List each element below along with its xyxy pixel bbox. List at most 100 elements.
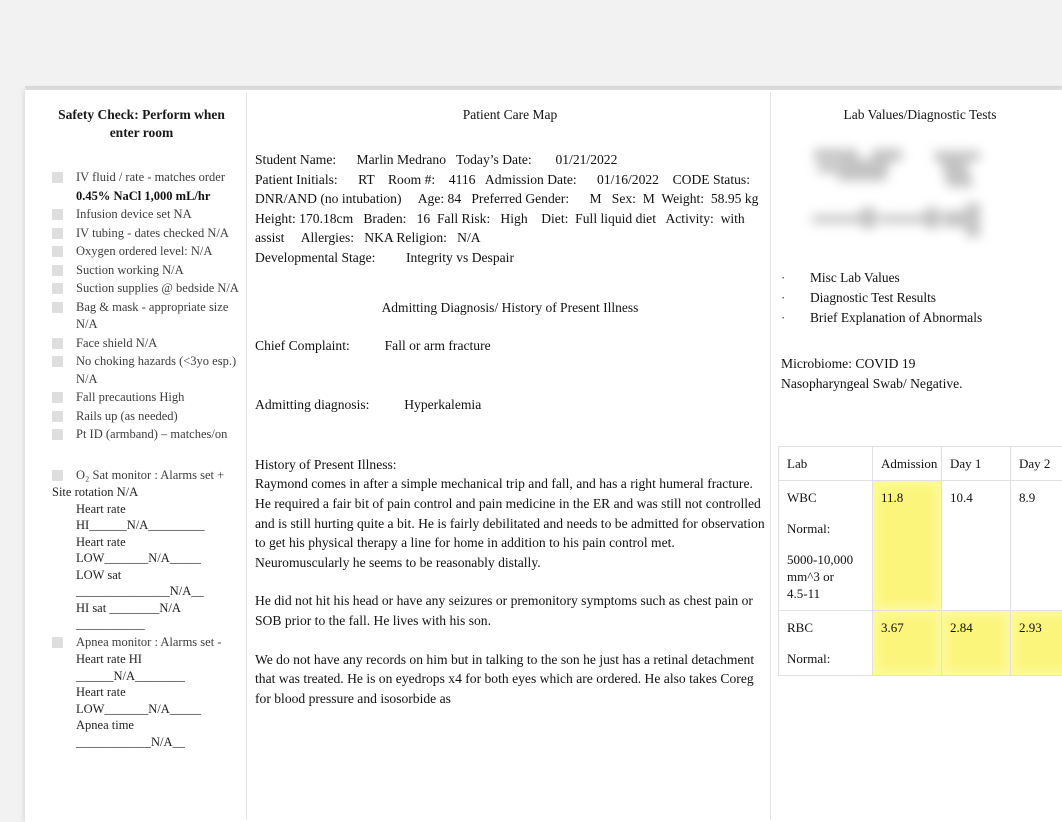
lab-value-cell: 11.8 (872, 480, 942, 611)
normal-range: 5000-10,000 mm^3 or 4.5-11 (787, 552, 854, 601)
redacted-lab-image (810, 141, 1025, 256)
table-row: WBC Normal: 5000-10,000 mm^3 or 4.5-11 11.8… (778, 480, 1062, 611)
lab-bullet-label: Brief Explanation of Abnormals (810, 310, 983, 325)
safety-check-item-label: Suction supplies @ bedside N/A (76, 281, 239, 295)
checkbox-icon[interactable] (52, 636, 63, 648)
bullet-icon: · (781, 290, 786, 305)
apnea-line: Heart rate HI ______N/A________ (76, 652, 186, 683)
hpi-paragraph-2: He did not hit his head or have any seiz… (255, 593, 753, 628)
lab-values-title: Lab Values/Diagnostic Tests (843, 107, 997, 122)
checkbox-icon[interactable] (52, 172, 63, 183)
checkbox-icon[interactable] (52, 429, 63, 440)
safety-check-item-label: 0.45% NaCl 1,000 mL/hr (76, 188, 211, 203)
table-column-header: Admission (872, 446, 942, 481)
lower-white-block (778, 730, 1062, 820)
lab-results-table: Lab Admission Day 1 Day 2 WBC Normal: 5000-10… (778, 446, 1062, 676)
patient-header-block: Student Name: Marlin Medrano Today’s Dat… (255, 152, 759, 265)
checkbox-icon[interactable] (52, 469, 63, 481)
monitor-line: Heart rate LOW_______N/A_____ (76, 534, 201, 566)
safety-check-item-label: Pt ID (armband) – matches/on (76, 427, 228, 441)
lab-name-cell: WBC Normal: 5000-10,000 mm^3 or 4.5-11 (778, 480, 873, 611)
table-row: RBC Normal: 3.67 2.84 2.93 (778, 610, 1062, 676)
chief-complaint-value: Fall or arm fracture (384, 337, 491, 353)
safety-check-item: Bag & mask - appropriate size N/A (38, 299, 245, 334)
page-title: Patient Care Map (462, 107, 558, 122)
safety-check-item: Infusion device set NA (38, 206, 245, 224)
lab-value-cell: 2.84 (941, 610, 1011, 676)
safety-check-item-label: Oxygen ordered level: N/A (76, 244, 213, 258)
microbiome-line-1: Microbiome: COVID 19 (781, 356, 916, 371)
lab-bullet-item: · Brief Explanation of Abnormals (778, 308, 1062, 328)
apnea-line: Heart rate LOW_______N/A_____ (76, 685, 201, 716)
safety-check-item: Rails up (as needed) (38, 408, 245, 426)
patient-care-map-column: Patient Care Map Student Name: Marlin Me… (255, 90, 765, 822)
column-divider-left (246, 92, 247, 820)
normal-label: Normal: (787, 521, 831, 536)
chief-complaint-row: Chief Complaint: Fall or arm fracture (255, 336, 765, 356)
safety-check-item: Oxygen ordered level: N/A (38, 243, 245, 261)
lab-bullet-label: Misc Lab Values (810, 270, 900, 285)
hpi-paragraph-1: Raymond comes in after a simple mechanic… (255, 476, 765, 570)
chief-complaint-label: Chief Complaint: (255, 337, 350, 353)
table-header-row: Lab Admission Day 1 Day 2 (778, 446, 1062, 481)
checkbox-icon[interactable] (52, 392, 63, 403)
safety-check-item-label: Bag & mask - appropriate size N/A (76, 299, 229, 332)
o2-sat-monitor-label: O₂ Sat monitor : Alarms set + (76, 467, 225, 482)
column-divider-right (770, 92, 771, 820)
checkbox-icon[interactable] (52, 301, 63, 313)
table-column-header: Lab (778, 446, 873, 481)
safety-check-item: Face shield N/A (38, 335, 245, 353)
lab-value-cell: 10.4 (941, 480, 1011, 611)
safety-check-item-label: Suction working N/A (76, 262, 184, 277)
safety-check-item: Pt ID (armband) – matches/on (38, 426, 245, 444)
checkbox-icon[interactable] (52, 264, 63, 276)
lab-bullets: · Misc Lab Values · Diagnostic Test Results… (778, 268, 1062, 328)
o2-sat-monitor-line: O₂ Sat monitor : Alarms set + (38, 467, 245, 485)
checkbox-icon[interactable] (52, 283, 63, 294)
monitor-line: LOW sat _______________N/A__ (76, 567, 204, 599)
apnea-monitor-label: Apnea monitor : Alarms set - (76, 634, 222, 649)
checkbox-icon[interactable] (52, 246, 63, 257)
safety-check-item-label: Infusion device set NA (76, 207, 192, 221)
lab-bullet-item: · Diagnostic Test Results (778, 288, 1062, 308)
checkbox-icon[interactable] (52, 410, 63, 422)
apnea-lines: Heart rate HI ______N/A________ Heart rat… (38, 651, 245, 750)
safety-check-item-label: Face shield N/A (76, 335, 158, 350)
table-column-header: Day 2 (1010, 446, 1062, 481)
safety-check-item: Suction supplies @ bedside N/A (38, 280, 245, 298)
monitor-line: HI sat ________N/A ___________ (76, 600, 181, 632)
safety-check-item-label: No choking hazards (<3yo esp.) N/A (76, 354, 237, 386)
safety-check-item: 0.45% NaCl 1,000 mL/hr (38, 188, 245, 206)
safety-check-item: Suction working N/A (38, 262, 245, 280)
safety-check-item-label: Fall precautions High (76, 390, 185, 404)
lab-bullet-item: · Misc Lab Values (778, 268, 1062, 288)
safety-check-item: Fall precautions High (38, 389, 245, 407)
section-title-admitting-diagnosis: Admitting Diagnosis/ History of Present … (381, 299, 639, 315)
bullet-icon: · (781, 310, 786, 325)
safety-check-column: Safety Check: Perform when enter room IV… (38, 90, 245, 822)
checkbox-icon[interactable] (52, 337, 63, 349)
safety-checklist: IV fluid / rate - matches order 0.45% NaC… (38, 169, 245, 444)
apnea-line: Apnea time ____________N/A__ (76, 718, 186, 749)
document-page: Safety Check: Perform when enter room IV… (0, 0, 1062, 822)
hpi-paragraph-3: We do not have any records on him but in… (255, 651, 755, 706)
table-column-header: Day 1 (941, 446, 1011, 481)
lab-name: RBC (787, 620, 814, 635)
lab-value-cell: 8.9 (1010, 480, 1062, 611)
hpi-label: History of Present Illness: (255, 456, 397, 472)
checkbox-icon[interactable] (52, 356, 63, 367)
apnea-monitor-line: Apnea monitor : Alarms set - (38, 634, 245, 652)
lab-bullet-label: Diagnostic Test Results (810, 290, 937, 305)
safety-check-item-label: Rails up (as needed) (76, 408, 178, 423)
safety-check-item: IV fluid / rate - matches order (38, 169, 245, 187)
safety-check-item-label: IV fluid / rate - matches order (76, 170, 226, 184)
lab-value-cell: 3.67 (872, 610, 942, 676)
admitting-diagnosis-label: Admitting diagnosis: (255, 397, 370, 413)
checkbox-icon[interactable] (52, 227, 63, 239)
safety-check-title-line2: enter room (109, 125, 174, 140)
monitor-line: Heart rate (76, 501, 126, 516)
checkbox-icon[interactable] (52, 209, 63, 220)
safety-check-item: No choking hazards (<3yo esp.) N/A (38, 353, 245, 388)
normal-label: Normal: (787, 651, 831, 666)
table-body: WBC Normal: 5000-10,000 mm^3 or 4.5-11 11.8… (778, 480, 1062, 676)
